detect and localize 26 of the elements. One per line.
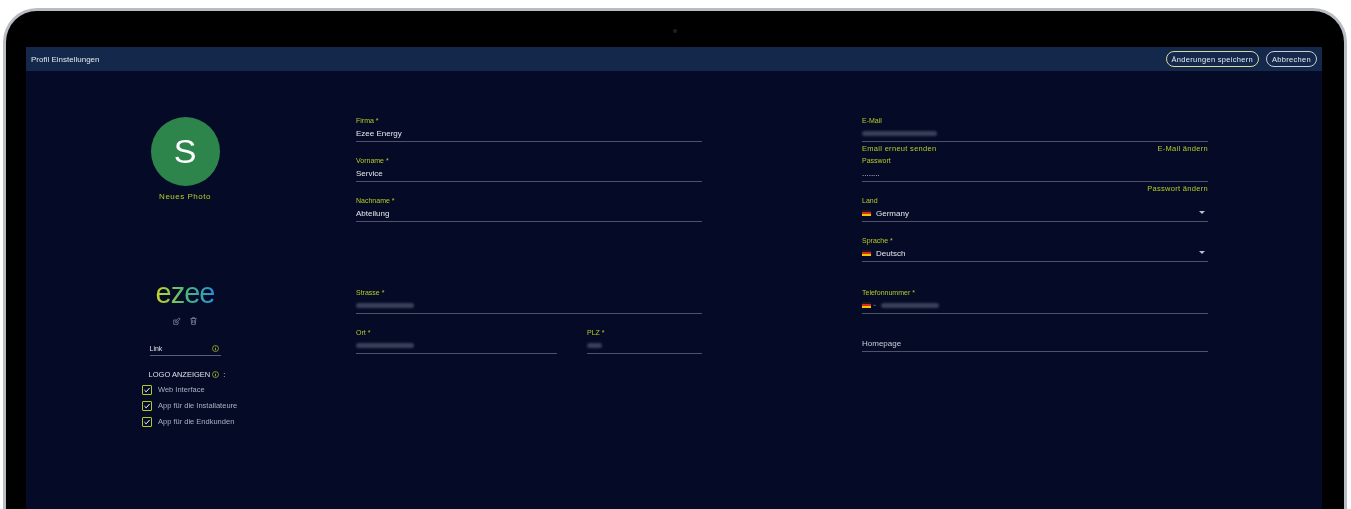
field-value: Germany [876,208,909,218]
field-value: Abteilung [356,208,390,218]
blurred-value [356,342,414,348]
caret-icon[interactable] [1199,211,1205,215]
checkbox[interactable] [142,400,152,411]
homepage-field[interactable]: Homepage [862,338,1208,348]
new-photo-link[interactable]: Neues Photo [159,192,211,201]
field-value: ........ [862,168,880,178]
avatar[interactable]: S [150,117,220,186]
info-icon[interactable] [211,345,219,352]
field-value: Ezee Energy [356,128,402,138]
checkbox[interactable] [142,416,152,427]
checkbox[interactable] [142,384,152,395]
blurred-value [881,302,939,308]
flag-icon [862,250,871,256]
window-title: Profil Einstellungen [31,54,100,64]
flag-icon[interactable] [862,302,871,308]
trash-icon[interactable] [190,317,197,325]
field-value: Service [356,168,383,178]
info-icon[interactable] [212,371,220,378]
edit-icon[interactable] [173,317,181,325]
flag-icon [862,210,871,216]
caret-icon[interactable] [1199,251,1205,255]
blurred-value [587,342,602,348]
field-value: Deutsch [876,248,906,258]
blurred-value [356,302,414,308]
